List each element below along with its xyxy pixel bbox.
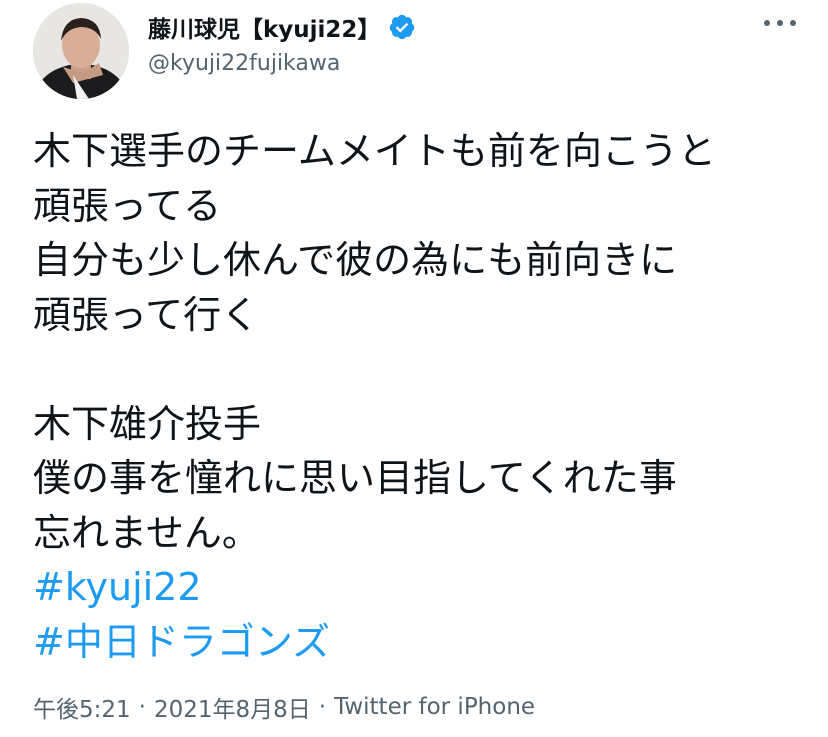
avatar[interactable] (33, 3, 129, 99)
tweet-date[interactable]: 2021年8月8日 (154, 690, 311, 724)
more-options-icon[interactable] (760, 8, 800, 38)
tweet-line: 木下選手のチームメイトも前を向こうと (33, 129, 716, 173)
tweet-time[interactable]: 午後5:21 (33, 690, 131, 724)
tweet: 藤川球児【kyuji22】 @kyuji22fujikawa 木下選手のチームメ… (0, 0, 828, 737)
tweet-line: 忘れません。 (33, 510, 260, 555)
verified-badge-icon (388, 13, 416, 41)
tweet-line: 頑張って行く (33, 292, 260, 337)
tweet-meta: 午後5:21 · 2021年8月8日 · Twitter for iPhone (33, 690, 535, 724)
handle[interactable]: @kyuji22fujikawa (148, 51, 416, 76)
author-info: 藤川球児【kyuji22】 @kyuji22fujikawa (148, 9, 416, 76)
tweet-line: 木下雄介投手 (33, 401, 262, 446)
more-dot (790, 20, 796, 26)
hashtag-link[interactable]: #kyuji22 (33, 560, 813, 615)
display-name[interactable]: 藤川球児【kyuji22】 (148, 10, 380, 44)
tweet-line: 頑張ってる (33, 183, 222, 228)
tweet-line: 自分も少し休んで彼の為にも前向きに (33, 238, 678, 282)
tweet-text: 木下選手のチームメイトも前を向こうと 頑張ってる 自分も少し休んで彼の為にも前向… (33, 124, 813, 669)
more-dot (777, 20, 783, 26)
meta-separator: · (138, 694, 146, 720)
hashtag-link[interactable]: #中日ドラゴンズ (33, 615, 813, 670)
meta-separator: · (318, 694, 327, 720)
tweet-source[interactable]: Twitter for iPhone (334, 694, 535, 720)
more-dot (764, 20, 770, 26)
display-name-row: 藤川球児【kyuji22】 (148, 9, 416, 45)
tweet-line: 僕の事を憧れに思い目指してくれた事 (33, 456, 677, 500)
